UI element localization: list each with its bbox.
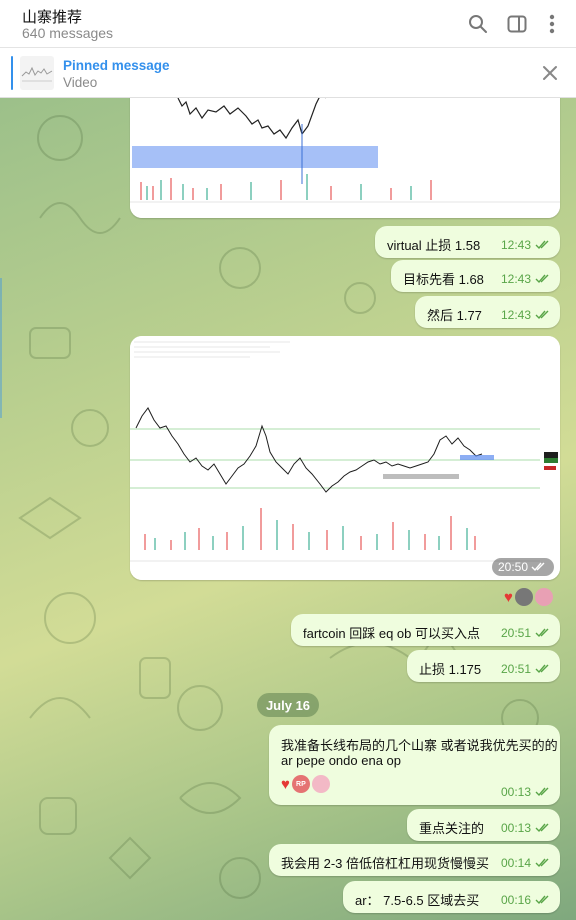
double-check-icon [535,664,549,674]
message-time: 00:14 [500,856,531,870]
avatar [534,588,553,606]
message-time: 20:51 [500,626,531,640]
double-check-icon [535,628,549,638]
scroll-edge-indicator [0,278,2,418]
pinned-indicator [11,56,13,90]
message-meta: 12:43 [501,238,552,252]
chat-header: 山寨推荐 640 messages [0,0,576,48]
message-reactions[interactable]: ♥ [504,588,553,606]
avatar [311,775,330,793]
double-check-icon [535,787,549,797]
chat-title[interactable]: 山寨推荐 [22,6,82,27]
message-meta: 00:13 [501,785,552,799]
heart-reaction-icon[interactable]: ♥ [281,776,290,793]
message-bubble[interactable]: 我准备长线布局的几个山寨 或者说我优先买的的 ar pepe ondo ena … [269,725,560,805]
message-text: 我会用 2-3 倍低倍杠杠用现货慢慢买 [281,856,490,871]
message-text: 重点关注的 [419,821,485,836]
message-meta: 00:16 [501,893,552,907]
double-check-icon [531,562,545,572]
message-time: 00:13 [500,821,531,835]
message-text: 然后 1.77 [427,308,482,323]
message-text: 目标先看 1.68 [403,272,484,287]
double-check-icon [535,240,549,250]
message-meta: 20:51 [501,662,552,676]
message-meta: 00:14 [501,856,552,870]
heart-reaction-icon[interactable]: ♥ [504,589,513,606]
message-bubble[interactable]: 我会用 2-3 倍低倍杠杠用现货慢慢买 00:14 [269,844,560,876]
chart-image-2[interactable]: 20:50 [130,336,560,580]
message-time: 20:51 [500,662,531,676]
search-icon[interactable] [466,12,490,36]
message-text-line2: ar pepe ondo ena op [281,753,401,768]
trading-chart-1 [130,98,560,218]
trading-chart-2 [130,336,560,580]
message-meta: 12:43 [501,272,552,286]
message-time: 12:43 [500,272,531,286]
message-time: 12:43 [500,238,531,252]
avatar: RP [291,775,310,793]
avatar [514,588,533,606]
message-time: 00:16 [500,893,531,907]
message-text: fartcoin 回踩 eq ob 可以买入点 [303,626,480,641]
double-check-icon [535,823,549,833]
double-check-icon [535,274,549,284]
double-check-icon [535,858,549,868]
pinned-subtitle: Video [63,75,98,90]
message-time: 12:43 [500,308,531,322]
message-time: 00:13 [500,785,531,799]
pinned-thumbnail [20,56,54,90]
chat-area[interactable]: virtual 止损 1.58 12:43 目标先看 1.68 12:43 然后… [0,98,576,920]
double-check-icon [535,310,549,320]
pinned-message-bar[interactable]: Pinned message Video [0,48,576,98]
message-text-line1: 我准备长线布局的几个山寨 或者说我优先买的的 [281,738,558,753]
chart-image-1[interactable] [130,98,560,218]
message-reactions[interactable]: ♥ RP [281,775,330,793]
message-bubble[interactable]: virtual 止损 1.58 12:43 [375,226,560,258]
double-check-icon [535,895,549,905]
close-icon[interactable] [540,63,560,83]
date-separator: July 16 [257,693,319,717]
message-text: virtual 止损 1.58 [387,238,481,253]
message-bubble[interactable]: 目标先看 1.68 12:43 [391,260,560,292]
message-time: 20:50 [497,560,528,574]
message-text: ar： 7.5-6.5 区域去买 [355,893,480,908]
message-bubble[interactable]: 重点关注的 00:13 [407,809,560,841]
message-meta: 12:43 [501,308,552,322]
message-bubble[interactable]: ar： 7.5-6.5 区域去买 00:16 [343,881,560,913]
media-timestamp: 20:50 [491,558,554,576]
pinned-title: Pinned message [63,58,170,73]
sidebar-toggle-icon[interactable] [505,12,529,36]
message-meta: 20:51 [501,626,552,640]
message-bubble[interactable]: fartcoin 回踩 eq ob 可以买入点 20:51 [291,614,560,646]
message-bubble[interactable]: 止损 1.175 20:51 [407,650,560,682]
more-vert-icon[interactable] [540,12,564,36]
message-meta: 00:13 [501,821,552,835]
member-count: 640 messages [22,25,114,41]
message-bubble[interactable]: 然后 1.77 12:43 [415,296,560,328]
message-text: 止损 1.175 [419,662,482,677]
